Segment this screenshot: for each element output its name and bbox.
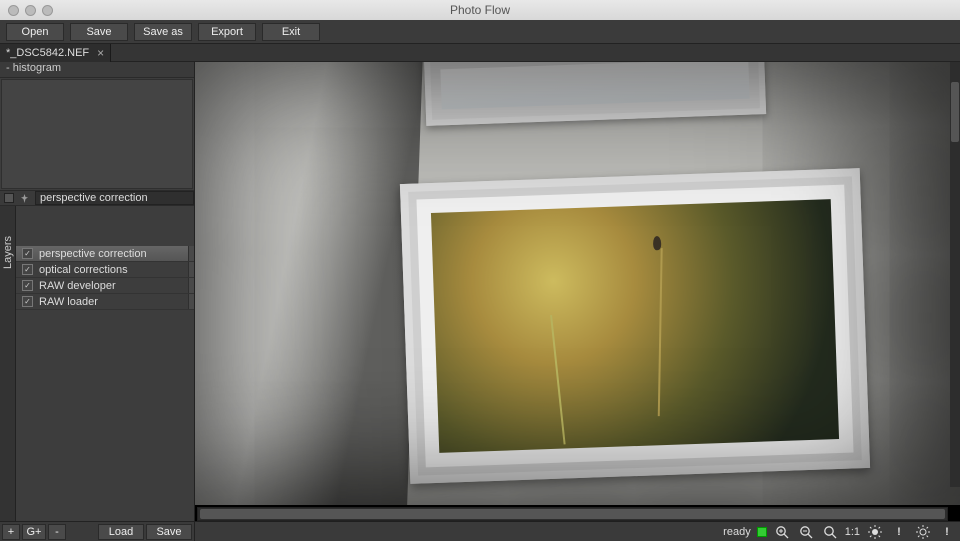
canvas-zone: ready 1:1 ! !	[195, 62, 960, 541]
zoom-out-button[interactable]	[797, 524, 815, 540]
layer-enabled-checkbox[interactable]: ✓	[22, 248, 33, 259]
layer-enabled-checkbox[interactable]: ✓	[22, 280, 33, 291]
layer-row[interactable]: ✓ perspective correction	[16, 246, 194, 262]
current-layer-name-input[interactable]	[35, 191, 194, 205]
shadow-warning-button[interactable]: !	[938, 524, 956, 540]
layer-enabled-checkbox[interactable]: ✓	[22, 296, 33, 307]
main-area: - histogram Layers ✓ perspective correcti…	[0, 62, 960, 541]
histogram-header[interactable]: - histogram	[0, 62, 194, 78]
saveas-button[interactable]: Save as	[134, 23, 192, 41]
status-text: ready	[723, 526, 751, 538]
app-title: Photo Flow	[0, 3, 960, 17]
save-layers-button[interactable]: Save	[146, 524, 192, 540]
layer-row[interactable]: ✓ RAW loader	[16, 294, 194, 310]
layer-handle[interactable]	[188, 294, 194, 309]
layer-enabled-checkbox[interactable]: ✓	[22, 264, 33, 275]
image-canvas[interactable]	[195, 62, 960, 505]
layers-tab-label: Layers	[2, 236, 14, 269]
zoom-in-button[interactable]	[773, 524, 791, 540]
layer-row[interactable]: ✓ RAW developer	[16, 278, 194, 294]
layer-visibility-toggle[interactable]	[4, 193, 14, 203]
document-tab[interactable]: *_DSC5842.NEF ×	[0, 44, 111, 62]
layers-toolbar: + G+ - Load Save	[0, 521, 194, 541]
document-tab-label: *_DSC5842.NEF	[6, 47, 89, 59]
layer-label: optical corrections	[39, 264, 128, 276]
zoom-fit-button[interactable]	[821, 524, 839, 540]
pin-icon[interactable]	[20, 194, 29, 203]
vertical-scrollbar[interactable]	[950, 62, 960, 487]
zoom-ratio-label[interactable]: 1:1	[845, 526, 860, 538]
histogram-panel	[1, 79, 193, 189]
status-bar: ready 1:1 ! !	[195, 521, 960, 541]
menu-bar: Open Save Save as Export Exit	[0, 20, 960, 44]
layer-label: RAW developer	[39, 280, 116, 292]
layers-zone: Layers ✓ perspective correction ✓ optical c…	[0, 206, 194, 521]
remove-layer-button[interactable]: -	[48, 524, 66, 540]
close-tab-icon[interactable]: ×	[97, 46, 104, 60]
add-layer-button[interactable]: +	[2, 524, 20, 540]
export-button[interactable]: Export	[198, 23, 256, 41]
app-window: Photo Flow Open Save Save as Export Exit…	[0, 0, 960, 541]
document-tab-bar: *_DSC5842.NEF ×	[0, 44, 960, 62]
add-group-button[interactable]: G+	[22, 524, 46, 540]
status-led-icon	[757, 527, 767, 537]
current-layer-row	[0, 190, 194, 206]
layer-handle[interactable]	[188, 246, 194, 261]
sidebar: - histogram Layers ✓ perspective correcti…	[0, 62, 195, 541]
brightness-alt-button[interactable]	[914, 524, 932, 540]
layer-handle[interactable]	[188, 278, 194, 293]
title-bar: Photo Flow	[0, 0, 960, 20]
layers-vertical-tab[interactable]: Layers	[0, 206, 16, 521]
layer-handle[interactable]	[188, 262, 194, 277]
horizontal-scrollbar[interactable]	[197, 507, 948, 521]
load-layers-button[interactable]: Load	[98, 524, 144, 540]
brightness-button[interactable]	[866, 524, 884, 540]
image-content	[195, 62, 935, 505]
exit-button[interactable]: Exit	[262, 23, 320, 41]
layers-list: ✓ perspective correction ✓ optical correcti…	[16, 206, 194, 521]
save-button[interactable]: Save	[70, 23, 128, 41]
layer-label: RAW loader	[39, 296, 98, 308]
layer-row[interactable]: ✓ optical corrections	[16, 262, 194, 278]
layer-label: perspective correction	[39, 248, 147, 260]
highlight-warning-button[interactable]: !	[890, 524, 908, 540]
open-button[interactable]: Open	[6, 23, 64, 41]
